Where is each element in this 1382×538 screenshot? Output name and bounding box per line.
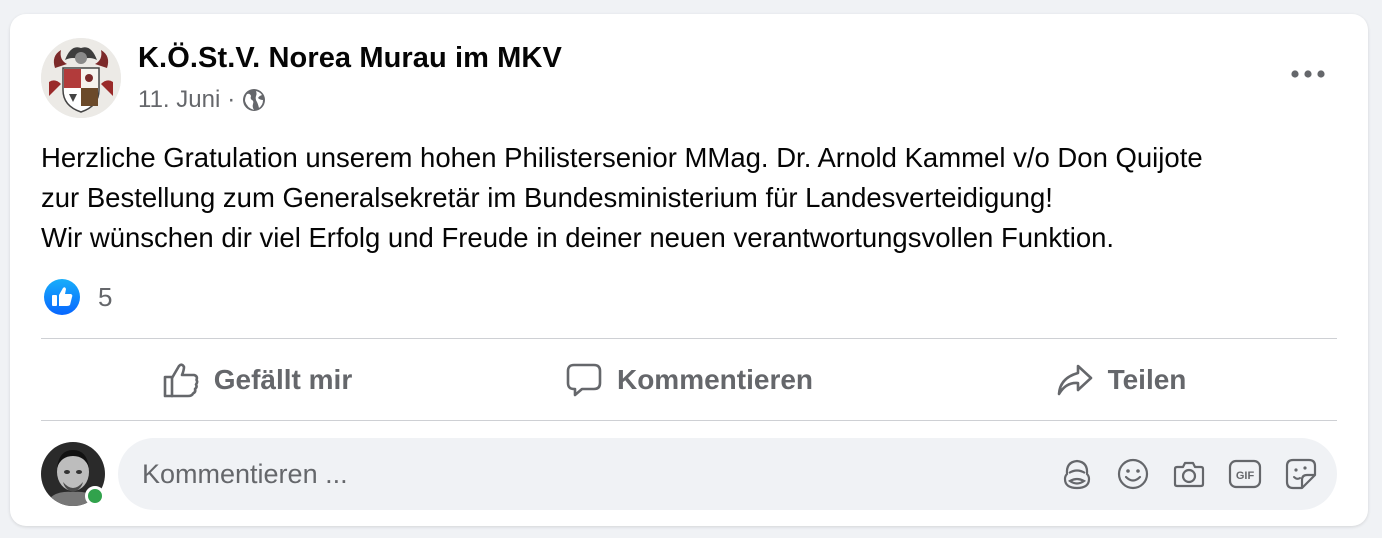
svg-text:GIF: GIF — [1236, 470, 1255, 482]
page-name[interactable]: K.Ö.St.V. Norea Murau im MKV — [138, 42, 562, 75]
gif-icon: GIF — [1228, 459, 1262, 489]
globe-icon[interactable] — [242, 88, 266, 112]
sticker-button[interactable] — [1283, 455, 1319, 493]
like-reaction-icon — [44, 279, 80, 315]
avatar-sticker-button[interactable] — [1059, 455, 1095, 493]
post-actions: Gefällt mir Kommentieren Teilen — [41, 339, 1337, 420]
divider-bottom — [41, 420, 1337, 421]
thumbs-up-icon — [163, 362, 199, 397]
camera-icon — [1173, 461, 1205, 488]
post-card: K.Ö.St.V. Norea Murau im MKV 11. Juni · … — [10, 14, 1368, 526]
user-avatar[interactable] — [41, 442, 105, 506]
post-text-line: Herzliche Gratulation unserem hohen Phil… — [41, 142, 1203, 173]
sticker-icon — [1285, 458, 1317, 490]
avatar-sticker-icon — [1063, 459, 1091, 490]
reactions-summary[interactable]: 5 — [44, 279, 112, 315]
share-arrow-icon — [1057, 364, 1092, 395]
coat-of-arms-icon — [41, 38, 121, 118]
more-dots-icon — [1291, 70, 1325, 78]
photo-button[interactable] — [1171, 455, 1207, 493]
post-date[interactable]: 11. Juni — [138, 86, 220, 114]
post-text-line: Wir wünschen dir viel Erfolg und Freude … — [41, 222, 1115, 253]
post-text: Herzliche Gratulation unserem hohen Phil… — [41, 138, 1342, 258]
online-status-dot — [85, 486, 105, 506]
like-button[interactable]: Gefällt mir — [41, 339, 473, 420]
share-button[interactable]: Teilen — [905, 339, 1337, 420]
emoji-icon — [1117, 458, 1149, 490]
post-header: K.Ö.St.V. Norea Murau im MKV 11. Juni · — [41, 38, 1338, 118]
comment-box[interactable]: GIF — [118, 438, 1337, 510]
comment-input[interactable] — [142, 438, 1022, 510]
gif-button[interactable]: GIF — [1227, 455, 1263, 493]
emoji-button[interactable] — [1115, 455, 1151, 493]
share-label: Teilen — [1107, 363, 1187, 395]
like-count: 5 — [98, 281, 113, 312]
comment-tools: GIF — [1059, 455, 1319, 493]
post-text-line: zur Bestellung zum Generalsekretär im Bu… — [41, 182, 1053, 213]
comment-bubble-icon — [566, 363, 602, 396]
more-options-button[interactable] — [1278, 62, 1338, 86]
comment-composer: GIF — [41, 438, 1337, 510]
comment-label: Kommentieren — [616, 363, 814, 395]
meta-separator: · — [227, 86, 236, 113]
page-avatar[interactable] — [41, 38, 121, 118]
post-meta: 11. Juni · — [138, 86, 266, 114]
like-label: Gefällt mir — [213, 363, 353, 395]
comment-button[interactable]: Kommentieren — [473, 339, 905, 420]
